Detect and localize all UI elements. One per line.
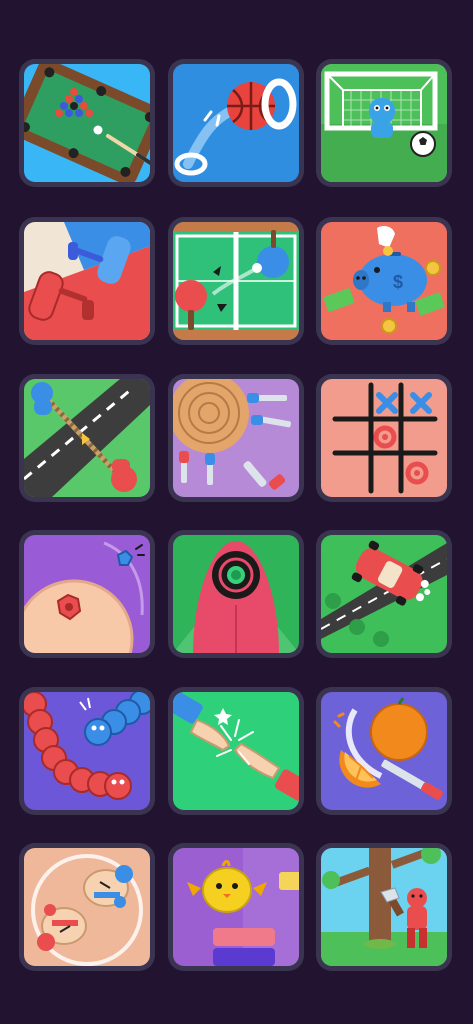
- game-tile-snake[interactable]: [19, 687, 155, 815]
- game-tile-piggy[interactable]: $: [316, 217, 452, 345]
- billiards-icon: [24, 64, 150, 182]
- squid-guard-icon: [173, 535, 299, 653]
- hand-slap-icon: [173, 692, 299, 810]
- soccer-goal-icon: [321, 64, 447, 182]
- cell-shooter-icon: [24, 535, 150, 653]
- game-tile-tictactoe[interactable]: [316, 374, 452, 502]
- game-tile-cell[interactable]: [19, 530, 155, 658]
- snake-battle-icon: [24, 692, 150, 810]
- game-tile-basketball[interactable]: [168, 59, 304, 187]
- game-tile-slap[interactable]: [168, 687, 304, 815]
- piggy-bank-icon: $: [321, 222, 447, 340]
- game-tile-fruit[interactable]: [316, 687, 452, 815]
- game-tile-tug[interactable]: [19, 374, 155, 502]
- ping-pong-table-icon: [173, 222, 299, 340]
- game-tile-lumber[interactable]: [316, 843, 452, 971]
- game-tile-chick[interactable]: [168, 843, 304, 971]
- game-tile-paint[interactable]: [19, 217, 155, 345]
- race-car-icon: [321, 535, 447, 653]
- game-tile-knife[interactable]: [168, 374, 304, 502]
- game-tile-racing[interactable]: [316, 530, 452, 658]
- game-tile-pingpong[interactable]: [168, 217, 304, 345]
- game-grid: Mini games grid: [0, 0, 473, 1024]
- tug-of-war-icon: [24, 379, 150, 497]
- game-tile-squid[interactable]: [168, 530, 304, 658]
- paint-roller-icon: [24, 222, 150, 340]
- knife-throw-icon: [173, 379, 299, 497]
- screen-title: Mini games grid: [0, 21, 1, 22]
- game-tile-pool[interactable]: [19, 59, 155, 187]
- game-tile-soccer[interactable]: [316, 59, 452, 187]
- game-tile-sumo[interactable]: [19, 843, 155, 971]
- tic-tac-toe-icon: [321, 379, 447, 497]
- chick-stack-icon: [173, 848, 299, 966]
- basketball-hoop-icon: [173, 64, 299, 182]
- svg-text:$: $: [393, 272, 403, 292]
- fruit-slice-icon: [321, 692, 447, 810]
- lumberjack-icon: [321, 848, 447, 966]
- sumo-wrestle-icon: [24, 848, 150, 966]
